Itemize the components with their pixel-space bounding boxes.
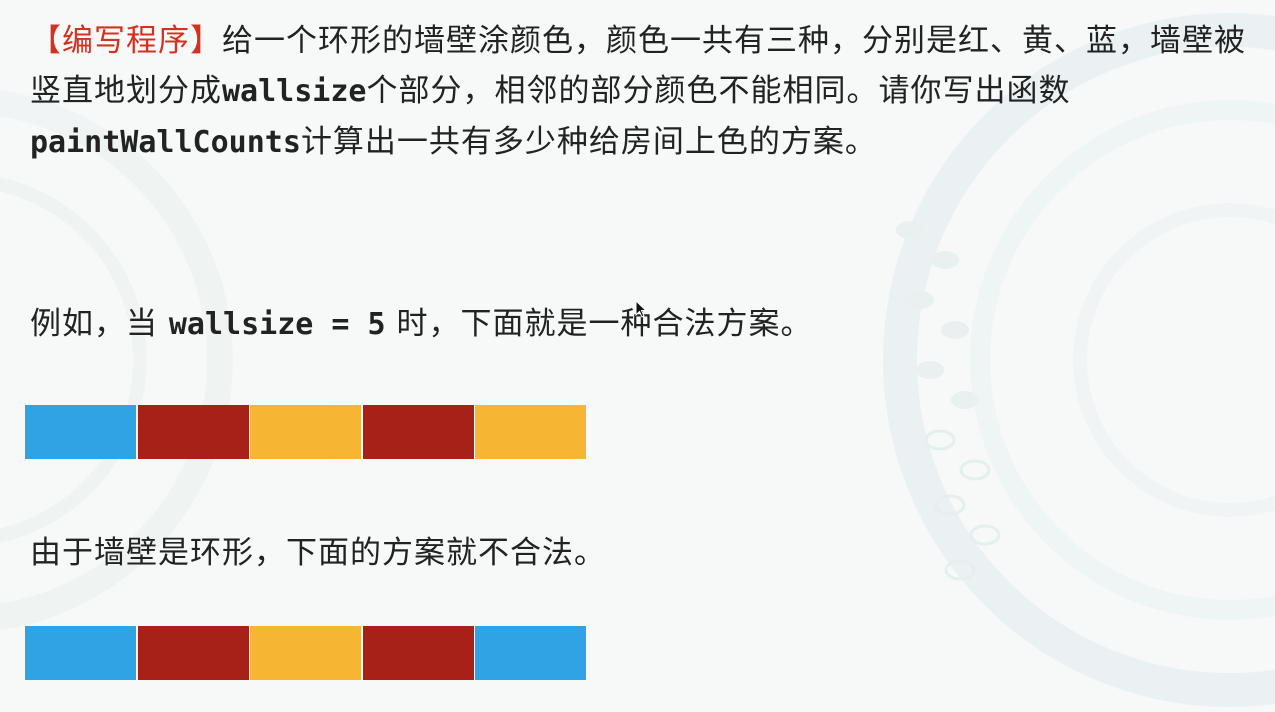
function-name: paintWallCounts (30, 125, 301, 160)
example-expr: wallsize = 5 (168, 307, 386, 342)
valid-segment-4-red (362, 405, 474, 459)
example-suffix: 时，下面就是一种合法方案。 (396, 306, 813, 342)
valid-segment-3-yellow (250, 405, 361, 459)
invalid-segment-2-red (137, 626, 249, 680)
valid-segment-5-yellow (475, 405, 586, 459)
slide-content: 【编写程序】给一个环形的墙壁涂颜色，颜色一共有三种，分别是红、黄、蓝，墙壁被竖直… (0, 0, 1275, 712)
invalid-segment-3-yellow (250, 626, 361, 680)
problem-statement: 【编写程序】给一个环形的墙壁涂颜色，颜色一共有三种，分别是红、黄、蓝，墙壁被竖直… (30, 16, 1270, 168)
valid-scheme-strip (25, 405, 588, 459)
invalid-note: 由于墙壁是环形，下面的方案就不合法。 (30, 535, 606, 571)
problem-text-2: 个部分，相邻的部分颜色不能相同。请你写出函数 (366, 73, 1071, 109)
problem-text-3: 计算出一共有多少种给房间上色的方案。 (300, 124, 877, 160)
example-prefix: 例如，当 (30, 306, 158, 342)
var-wallsize: wallsize (222, 74, 367, 109)
invalid-scheme-strip (25, 626, 588, 680)
valid-segment-1-blue (25, 405, 136, 459)
invalid-segment-4-red (362, 626, 474, 680)
invalid-segment-1-blue (25, 626, 136, 680)
example-statement: 例如，当 wallsize = 5 时，下面就是一种合法方案。 (30, 299, 1270, 350)
valid-segment-2-red (137, 405, 249, 459)
problem-tag: 【编写程序】 (30, 23, 222, 59)
mouse-cursor-icon (635, 300, 648, 318)
invalid-segment-5-blue (475, 626, 586, 680)
